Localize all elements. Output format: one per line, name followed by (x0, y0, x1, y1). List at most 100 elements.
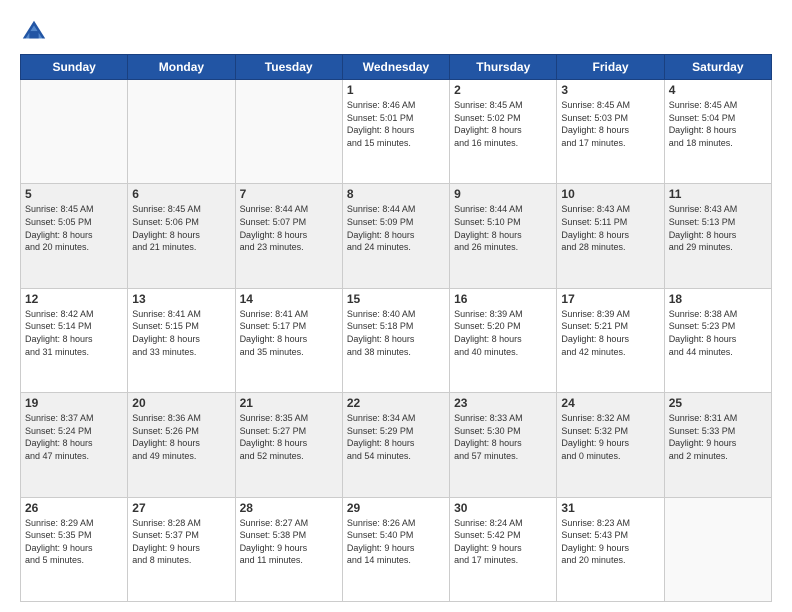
calendar-cell: 20 Sunrise: 8:36 AM Sunset: 5:26 PM Dayli… (128, 393, 235, 497)
day-info: Sunrise: 8:43 AM Sunset: 5:13 PM Dayligh… (669, 203, 767, 253)
day-number: 20 (132, 396, 230, 410)
calendar-header-row: SundayMondayTuesdayWednesdayThursdayFrid… (21, 55, 772, 80)
day-header-tuesday: Tuesday (235, 55, 342, 80)
calendar-cell: 6 Sunrise: 8:45 AM Sunset: 5:06 PM Daylig… (128, 184, 235, 288)
day-number: 31 (561, 501, 659, 515)
day-info: Sunrise: 8:38 AM Sunset: 5:23 PM Dayligh… (669, 308, 767, 358)
day-header-friday: Friday (557, 55, 664, 80)
day-info: Sunrise: 8:35 AM Sunset: 5:27 PM Dayligh… (240, 412, 338, 462)
day-number: 19 (25, 396, 123, 410)
calendar-cell: 29 Sunrise: 8:26 AM Sunset: 5:40 PM Dayli… (342, 497, 449, 601)
day-number: 28 (240, 501, 338, 515)
calendar-cell: 26 Sunrise: 8:29 AM Sunset: 5:35 PM Dayli… (21, 497, 128, 601)
day-number: 24 (561, 396, 659, 410)
day-info: Sunrise: 8:39 AM Sunset: 5:21 PM Dayligh… (561, 308, 659, 358)
calendar-cell (664, 497, 771, 601)
day-number: 11 (669, 187, 767, 201)
day-info: Sunrise: 8:42 AM Sunset: 5:14 PM Dayligh… (25, 308, 123, 358)
day-info: Sunrise: 8:43 AM Sunset: 5:11 PM Dayligh… (561, 203, 659, 253)
day-number: 25 (669, 396, 767, 410)
day-info: Sunrise: 8:44 AM Sunset: 5:09 PM Dayligh… (347, 203, 445, 253)
day-info: Sunrise: 8:44 AM Sunset: 5:07 PM Dayligh… (240, 203, 338, 253)
day-number: 22 (347, 396, 445, 410)
calendar-cell: 30 Sunrise: 8:24 AM Sunset: 5:42 PM Dayli… (450, 497, 557, 601)
calendar-week-3: 12Sunrise: 8:42 AM Sunset: 5:14 PM Dayli… (21, 288, 772, 392)
day-info: Sunrise: 8:32 AM Sunset: 5:32 PM Dayligh… (561, 412, 659, 462)
day-info: Sunrise: 8:33 AM Sunset: 5:30 PM Dayligh… (454, 412, 552, 462)
day-info: Sunrise: 8:27 AM Sunset: 5:38 PM Dayligh… (240, 517, 338, 567)
header (20, 18, 772, 46)
calendar-cell: 14 Sunrise: 8:41 AM Sunset: 5:17 PM Dayli… (235, 288, 342, 392)
day-number: 5 (25, 187, 123, 201)
calendar-cell: 16Sunrise: 8:39 AM Sunset: 5:20 PM Dayli… (450, 288, 557, 392)
day-number: 18 (669, 292, 767, 306)
calendar-cell: 24 Sunrise: 8:32 AM Sunset: 5:32 PM Dayli… (557, 393, 664, 497)
day-header-wednesday: Wednesday (342, 55, 449, 80)
calendar-cell: 28 Sunrise: 8:27 AM Sunset: 5:38 PM Dayli… (235, 497, 342, 601)
day-number: 26 (25, 501, 123, 515)
calendar-cell: 2Sunrise: 8:45 AM Sunset: 5:02 PM Daylig… (450, 80, 557, 184)
day-header-thursday: Thursday (450, 55, 557, 80)
day-number: 15 (347, 292, 445, 306)
day-number: 8 (347, 187, 445, 201)
day-info: Sunrise: 8:26 AM Sunset: 5:40 PM Dayligh… (347, 517, 445, 567)
day-info: Sunrise: 8:44 AM Sunset: 5:10 PM Dayligh… (454, 203, 552, 253)
calendar-week-4: 19Sunrise: 8:37 AM Sunset: 5:24 PM Dayli… (21, 393, 772, 497)
day-info: Sunrise: 8:46 AM Sunset: 5:01 PM Dayligh… (347, 99, 445, 149)
day-header-saturday: Saturday (664, 55, 771, 80)
day-number: 10 (561, 187, 659, 201)
calendar-cell: 17 Sunrise: 8:39 AM Sunset: 5:21 PM Dayli… (557, 288, 664, 392)
day-number: 9 (454, 187, 552, 201)
day-number: 14 (240, 292, 338, 306)
calendar-cell: 1 Sunrise: 8:46 AM Sunset: 5:01 PM Daylig… (342, 80, 449, 184)
day-info: Sunrise: 8:28 AM Sunset: 5:37 PM Dayligh… (132, 517, 230, 567)
day-info: Sunrise: 8:45 AM Sunset: 5:06 PM Dayligh… (132, 203, 230, 253)
day-info: Sunrise: 8:31 AM Sunset: 5:33 PM Dayligh… (669, 412, 767, 462)
day-info: Sunrise: 8:36 AM Sunset: 5:26 PM Dayligh… (132, 412, 230, 462)
calendar-cell: 15Sunrise: 8:40 AM Sunset: 5:18 PM Dayli… (342, 288, 449, 392)
day-info: Sunrise: 8:41 AM Sunset: 5:15 PM Dayligh… (132, 308, 230, 358)
day-number: 17 (561, 292, 659, 306)
day-info: Sunrise: 8:23 AM Sunset: 5:43 PM Dayligh… (561, 517, 659, 567)
calendar-cell (21, 80, 128, 184)
day-info: Sunrise: 8:45 AM Sunset: 5:05 PM Dayligh… (25, 203, 123, 253)
day-number: 4 (669, 83, 767, 97)
logo (20, 18, 52, 46)
calendar-cell: 13 Sunrise: 8:41 AM Sunset: 5:15 PM Dayli… (128, 288, 235, 392)
day-number: 30 (454, 501, 552, 515)
logo-icon (20, 18, 48, 46)
calendar-cell: 27 Sunrise: 8:28 AM Sunset: 5:37 PM Dayli… (128, 497, 235, 601)
day-info: Sunrise: 8:34 AM Sunset: 5:29 PM Dayligh… (347, 412, 445, 462)
calendar-cell (235, 80, 342, 184)
day-info: Sunrise: 8:24 AM Sunset: 5:42 PM Dayligh… (454, 517, 552, 567)
day-number: 21 (240, 396, 338, 410)
day-info: Sunrise: 8:29 AM Sunset: 5:35 PM Dayligh… (25, 517, 123, 567)
calendar-cell: 19Sunrise: 8:37 AM Sunset: 5:24 PM Dayli… (21, 393, 128, 497)
day-number: 6 (132, 187, 230, 201)
calendar-week-2: 5 Sunrise: 8:45 AM Sunset: 5:05 PM Daylig… (21, 184, 772, 288)
calendar-cell: 5 Sunrise: 8:45 AM Sunset: 5:05 PM Daylig… (21, 184, 128, 288)
day-number: 23 (454, 396, 552, 410)
day-info: Sunrise: 8:41 AM Sunset: 5:17 PM Dayligh… (240, 308, 338, 358)
day-number: 27 (132, 501, 230, 515)
calendar-cell: 4Sunrise: 8:45 AM Sunset: 5:04 PM Daylig… (664, 80, 771, 184)
day-number: 29 (347, 501, 445, 515)
day-number: 13 (132, 292, 230, 306)
calendar-cell: 7 Sunrise: 8:44 AM Sunset: 5:07 PM Daylig… (235, 184, 342, 288)
day-info: Sunrise: 8:39 AM Sunset: 5:20 PM Dayligh… (454, 308, 552, 358)
calendar-cell: 18 Sunrise: 8:38 AM Sunset: 5:23 PM Dayli… (664, 288, 771, 392)
calendar-week-5: 26 Sunrise: 8:29 AM Sunset: 5:35 PM Dayli… (21, 497, 772, 601)
day-number: 1 (347, 83, 445, 97)
day-header-monday: Monday (128, 55, 235, 80)
day-number: 3 (561, 83, 659, 97)
calendar-cell: 22 Sunrise: 8:34 AM Sunset: 5:29 PM Dayli… (342, 393, 449, 497)
calendar-cell: 8 Sunrise: 8:44 AM Sunset: 5:09 PM Daylig… (342, 184, 449, 288)
day-info: Sunrise: 8:45 AM Sunset: 5:03 PM Dayligh… (561, 99, 659, 149)
calendar-cell: 25 Sunrise: 8:31 AM Sunset: 5:33 PM Dayli… (664, 393, 771, 497)
calendar-cell: 11 Sunrise: 8:43 AM Sunset: 5:13 PM Dayli… (664, 184, 771, 288)
calendar: SundayMondayTuesdayWednesdayThursdayFrid… (20, 54, 772, 602)
calendar-week-1: 1 Sunrise: 8:46 AM Sunset: 5:01 PM Daylig… (21, 80, 772, 184)
page: SundayMondayTuesdayWednesdayThursdayFrid… (0, 0, 792, 612)
day-number: 2 (454, 83, 552, 97)
day-number: 7 (240, 187, 338, 201)
